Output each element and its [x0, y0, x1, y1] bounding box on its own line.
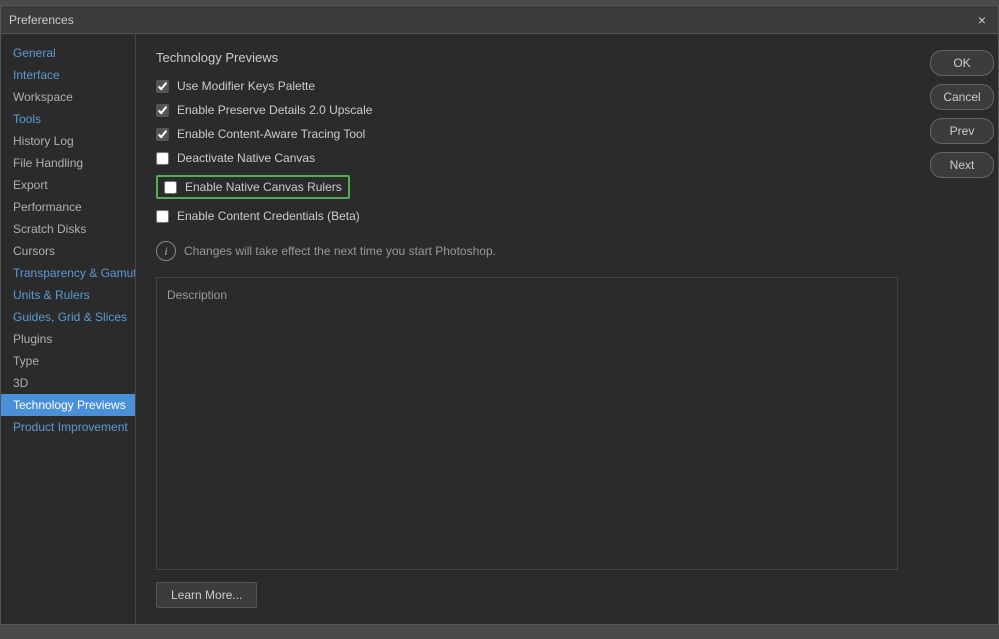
sidebar-item-plugins[interactable]: Plugins — [1, 328, 135, 350]
checkbox-native-canvas-rulers[interactable] — [164, 181, 177, 194]
checkbox-preserve-details[interactable] — [156, 104, 169, 117]
sidebar-item-tools[interactable]: Tools — [1, 108, 135, 130]
info-row: i Changes will take effect the next time… — [156, 241, 898, 261]
checkbox-label-deactivate-native[interactable]: Deactivate Native Canvas — [177, 151, 315, 165]
sidebar-item-3d[interactable]: 3D — [1, 372, 135, 394]
checkbox-deactivate-native[interactable] — [156, 152, 169, 165]
content-area: GeneralInterfaceWorkspaceToolsHistory Lo… — [1, 34, 998, 624]
main-panel: Technology Previews Use Modifier Keys Pa… — [136, 34, 918, 624]
ok-button[interactable]: OK — [930, 50, 994, 76]
checkbox-content-credentials[interactable] — [156, 210, 169, 223]
sidebar-item-cursors[interactable]: Cursors — [1, 240, 135, 262]
sidebar-item-scratch-disks[interactable]: Scratch Disks — [1, 218, 135, 240]
sidebar-item-interface[interactable]: Interface — [1, 64, 135, 86]
sidebar-item-units-rulers[interactable]: Units & Rulers — [1, 284, 135, 306]
preferences-window: Preferences × GeneralInterfaceWorkspaceT… — [0, 5, 999, 625]
checkbox-row-content-credentials: Enable Content Credentials (Beta) — [156, 209, 898, 223]
sidebar-item-guides-grid-slices[interactable]: Guides, Grid & Slices — [1, 306, 135, 328]
sidebar: GeneralInterfaceWorkspaceToolsHistory Lo… — [1, 34, 136, 624]
sidebar-item-transparency-gamut[interactable]: Transparency & Gamut — [1, 262, 135, 284]
checkbox-row-content-aware-tracing: Enable Content-Aware Tracing Tool — [156, 127, 898, 141]
checkbox-content-aware-tracing[interactable] — [156, 128, 169, 141]
window-title: Preferences — [9, 13, 74, 27]
next-button[interactable]: Next — [930, 152, 994, 178]
sidebar-item-product-improvement[interactable]: Product Improvement — [1, 416, 135, 438]
title-bar: Preferences × — [1, 6, 998, 34]
description-label: Description — [167, 288, 887, 302]
checkbox-modifier-keys[interactable] — [156, 80, 169, 93]
checkboxes-area: Use Modifier Keys Palette Enable Preserve… — [156, 79, 898, 233]
highlighted-checkbox-row-native-canvas-rulers: Enable Native Canvas Rulers — [156, 175, 350, 199]
sidebar-item-file-handling[interactable]: File Handling — [1, 152, 135, 174]
checkbox-label-content-aware-tracing[interactable]: Enable Content-Aware Tracing Tool — [177, 127, 365, 141]
sidebar-item-workspace[interactable]: Workspace — [1, 86, 135, 108]
info-text: Changes will take effect the next time y… — [184, 244, 496, 258]
info-icon: i — [156, 241, 176, 261]
checkbox-row-preserve-details: Enable Preserve Details 2.0 Upscale — [156, 103, 898, 117]
sidebar-item-technology-previews[interactable]: Technology Previews — [1, 394, 135, 416]
checkbox-label-preserve-details[interactable]: Enable Preserve Details 2.0 Upscale — [177, 103, 372, 117]
sidebar-item-type[interactable]: Type — [1, 350, 135, 372]
sidebar-item-performance[interactable]: Performance — [1, 196, 135, 218]
prev-button[interactable]: Prev — [930, 118, 994, 144]
sidebar-item-general[interactable]: General — [1, 42, 135, 64]
checkbox-row-modifier-keys: Use Modifier Keys Palette — [156, 79, 898, 93]
checkbox-label-content-credentials[interactable]: Enable Content Credentials (Beta) — [177, 209, 360, 223]
cancel-button[interactable]: Cancel — [930, 84, 994, 110]
description-box: Description — [156, 277, 898, 570]
sidebar-item-history-log[interactable]: History Log — [1, 130, 135, 152]
sidebar-item-export[interactable]: Export — [1, 174, 135, 196]
checkbox-label-native-canvas-rulers[interactable]: Enable Native Canvas Rulers — [185, 180, 342, 194]
right-buttons-panel: OK Cancel Prev Next — [918, 34, 998, 624]
checkbox-row-deactivate-native: Deactivate Native Canvas — [156, 151, 898, 165]
section-title: Technology Previews — [156, 50, 898, 65]
checkbox-label-modifier-keys[interactable]: Use Modifier Keys Palette — [177, 79, 315, 93]
learn-more-button[interactable]: Learn More... — [156, 582, 257, 608]
close-button[interactable]: × — [974, 12, 990, 28]
